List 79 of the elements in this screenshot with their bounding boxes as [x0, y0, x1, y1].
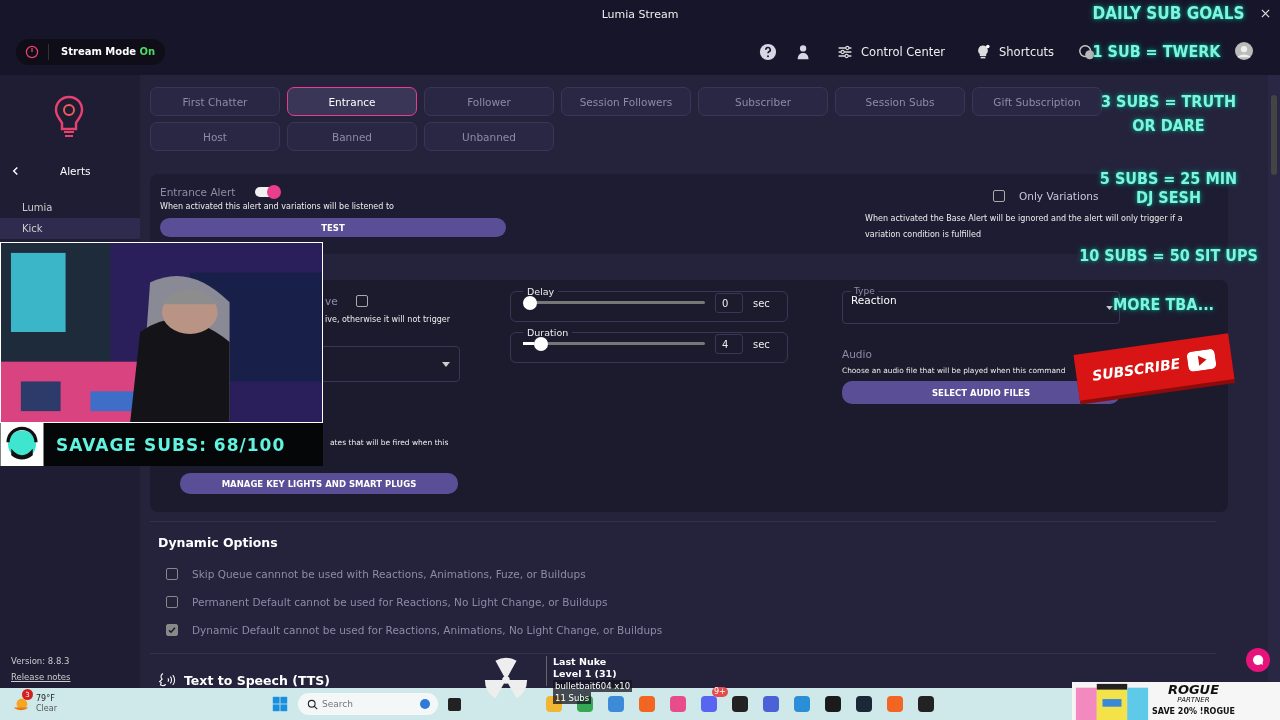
option-checkbox[interactable] [166, 596, 178, 608]
goal-text: 3 SUBS = TRUTH OR DARE [1100, 91, 1237, 137]
window-title: Lumia Stream [601, 7, 679, 21]
alert-tab[interactable]: Unbanned [424, 122, 554, 151]
goal-text: 10 SUBS = 50 SIT UPS [1079, 245, 1258, 267]
option-label: ve [325, 295, 338, 307]
help-icon[interactable] [759, 42, 778, 61]
subs-counter: SAVAGE SUBS: 68/100 [56, 434, 286, 455]
goal-text: 1 SUB = TWERK [1092, 41, 1221, 63]
nuke-title: Last Nuke [553, 656, 607, 668]
option-checkbox[interactable] [166, 568, 178, 580]
avatar-icon[interactable] [1235, 42, 1253, 60]
option-label: Skip Queue cannnot be used with Reactions, Animations, Fuze, or Buildups [192, 568, 586, 580]
alert-tab[interactable]: Session Followers [561, 87, 691, 116]
task-view-icon[interactable] [448, 697, 461, 711]
alert-label: Entrance Alert [160, 186, 236, 198]
caret-icon [442, 362, 450, 367]
alert-tab[interactable]: Host [150, 122, 280, 151]
stream-mode-toggle[interactable]: Stream Mode On [16, 38, 166, 65]
globe-icon [420, 699, 430, 709]
alert-tab[interactable]: Banned [287, 122, 417, 151]
slider-thumb[interactable] [533, 337, 548, 351]
slider-label: Duration [526, 327, 570, 338]
section-heading: Text to Speech (TTS) [184, 672, 330, 688]
unit-label: sec [753, 297, 770, 309]
sidebar-item[interactable]: Lumia [0, 197, 140, 218]
option-checkbox[interactable] [355, 295, 368, 307]
alert-toggle[interactable] [255, 187, 280, 197]
version-label: Version: 8.8.3 [10, 656, 71, 666]
search-field[interactable]: Search [298, 693, 438, 715]
alert-tab[interactable]: Entrance [287, 87, 417, 116]
nuke-subs: 11 Subs [553, 692, 592, 704]
bulb-logo-icon [54, 95, 84, 139]
nav-button[interactable]: Control Center [831, 43, 951, 60]
slider-label: Delay [526, 286, 556, 297]
test-button[interactable]: TEST [160, 218, 506, 237]
goals-title: DAILY SUB GOALS [1092, 2, 1245, 25]
option-label: Dynamic Default cannot be used for Reactions, Animations, No Light Change, or Buildups [192, 624, 663, 636]
option-checkbox[interactable] [166, 624, 178, 636]
slider-track[interactable] [523, 337, 705, 351]
scrollbar-thumb[interactable] [1271, 95, 1277, 175]
back-icon[interactable] [11, 166, 20, 176]
number-field[interactable]: 0 [715, 293, 743, 313]
temperature: 79°F [36, 694, 56, 704]
manage-lights-button[interactable]: MANAGE KEY LIGHTS AND SMART PLUGS [180, 473, 458, 494]
close-icon[interactable] [1261, 9, 1270, 18]
search-icon [307, 699, 318, 710]
unit-label: sec [753, 338, 770, 350]
goal-text: 5 SUBS = 25 MIN DJ SESH [1098, 169, 1239, 207]
slider-thumb[interactable] [523, 296, 537, 310]
alert-tab[interactable]: Follower [424, 87, 554, 116]
section-title: Alerts [60, 165, 91, 177]
nav-button[interactable]: Shortcuts [969, 43, 1060, 60]
option-label: Permanent Default cannot be used for Reactions, No Light Change, or Buildups [192, 596, 608, 608]
sliders-icon [837, 43, 854, 60]
sponsor-name: ROGUE [1167, 684, 1220, 695]
notification-badge: 9+ [712, 687, 728, 697]
sponsor-offer: SAVE 20% !ROGUE [1152, 706, 1235, 717]
nuke-level: Level 1 (31) [553, 668, 617, 680]
speech-icon [158, 671, 176, 688]
alert-tab[interactable]: First Chatter [150, 87, 280, 116]
release-notes-link[interactable]: Release notes [0, 672, 140, 682]
audio-label: Audio [842, 348, 873, 360]
alert-tab[interactable]: Gift Subscription [972, 87, 1102, 116]
section-heading: Dynamic Options [158, 535, 279, 550]
alert-tab[interactable]: Session Subs [835, 87, 965, 116]
start-icon[interactable] [272, 696, 288, 712]
number-field[interactable]: 4 [715, 334, 743, 354]
nuke-user: bulletbait604 x10 [553, 680, 633, 692]
slider-track[interactable] [523, 296, 705, 310]
checkbox-label: Only Variations [1019, 190, 1099, 202]
variations-description: When activated the Base Alert will be ignored and the alert will only trigger if a variation condition is fulfilled [865, 213, 1184, 241]
alert-description: When activated this alert and variations will be listened to [160, 202, 395, 211]
weather-condition: Clear [36, 704, 57, 714]
bulb-icon [975, 43, 991, 60]
alert-tab[interactable]: Subscriber [698, 87, 828, 116]
only-variations-checkbox[interactable] [993, 190, 1005, 202]
sidebar-item[interactable]: Kick [0, 218, 140, 239]
option-description: ive, otherwise it will not trigger [325, 315, 450, 324]
